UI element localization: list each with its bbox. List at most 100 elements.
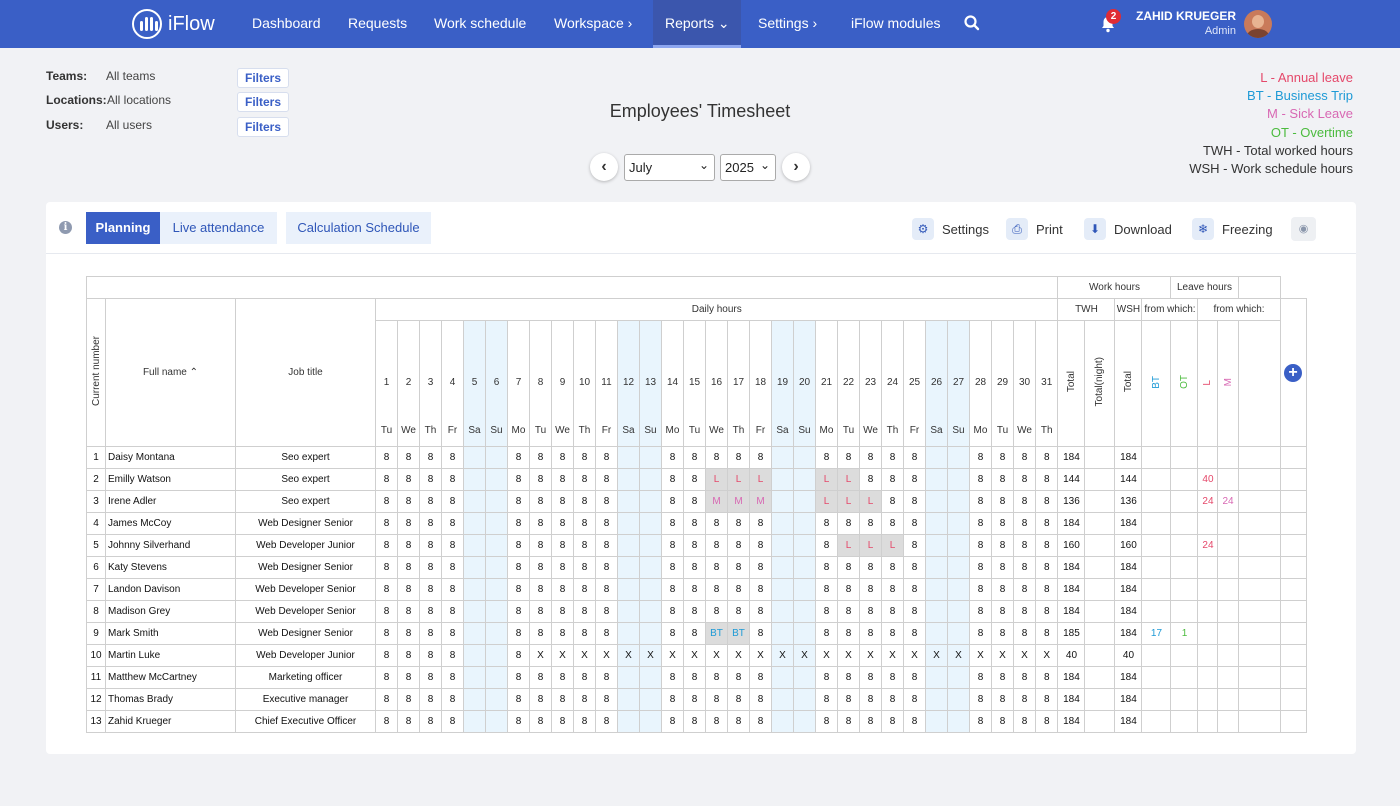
day-cell[interactable]: 8 bbox=[903, 512, 926, 535]
day-cell[interactable]: 8 bbox=[595, 666, 618, 689]
day-cell[interactable]: L bbox=[749, 468, 772, 491]
locations-filter-button[interactable]: Filters bbox=[237, 92, 289, 112]
day-cell[interactable]: 8 bbox=[991, 512, 1014, 535]
day-cell[interactable]: 8 bbox=[507, 468, 530, 491]
day-cell[interactable]: 8 bbox=[551, 490, 574, 513]
day-cell[interactable]: 8 bbox=[705, 556, 728, 579]
day-cell[interactable]: 8 bbox=[705, 600, 728, 623]
day-cell[interactable] bbox=[793, 710, 816, 733]
day-cell[interactable]: 8 bbox=[815, 688, 838, 711]
day-cell[interactable]: 8 bbox=[815, 666, 838, 689]
day-cell[interactable]: 8 bbox=[683, 578, 706, 601]
day-cell[interactable]: 8 bbox=[859, 578, 882, 601]
day-cell[interactable]: 8 bbox=[1013, 688, 1036, 711]
day-cell[interactable] bbox=[463, 578, 486, 601]
day-cell[interactable]: 8 bbox=[661, 622, 684, 645]
day-cell[interactable]: 8 bbox=[749, 556, 772, 579]
day-cell[interactable] bbox=[925, 534, 948, 557]
day-cell[interactable]: 8 bbox=[815, 710, 838, 733]
day-cell[interactable]: 8 bbox=[969, 534, 992, 557]
day-cell[interactable]: 8 bbox=[419, 446, 442, 469]
day-cell[interactable]: 8 bbox=[661, 468, 684, 491]
day-cell[interactable]: 8 bbox=[1034, 688, 1059, 711]
day-cell[interactable]: 8 bbox=[683, 490, 706, 513]
day-cell[interactable]: 8 bbox=[441, 512, 464, 535]
employee-name[interactable]: Daisy Montana bbox=[105, 446, 236, 469]
day-cell[interactable]: 8 bbox=[375, 688, 398, 711]
day-cell[interactable]: 8 bbox=[683, 556, 706, 579]
search-icon[interactable] bbox=[963, 14, 981, 32]
day-cell[interactable]: 8 bbox=[419, 622, 442, 645]
day-cell[interactable] bbox=[925, 512, 948, 535]
month-select[interactable]: July ⌄ bbox=[624, 154, 715, 181]
day-cell[interactable]: 8 bbox=[991, 600, 1014, 623]
employee-name[interactable]: Martin Luke bbox=[105, 644, 236, 667]
day-cell[interactable]: 8 bbox=[419, 468, 442, 491]
day-cell[interactable] bbox=[947, 446, 970, 469]
day-cell[interactable]: 8 bbox=[397, 578, 420, 601]
day-cell[interactable]: 8 bbox=[595, 688, 618, 711]
nav-requests[interactable]: Requests bbox=[348, 0, 407, 48]
day-cell[interactable] bbox=[617, 666, 640, 689]
day-cell[interactable] bbox=[925, 688, 948, 711]
day-cell[interactable]: 8 bbox=[727, 534, 750, 557]
day-cell[interactable]: 8 bbox=[397, 644, 420, 667]
day-cell[interactable]: 8 bbox=[705, 666, 728, 689]
day-cell[interactable]: 8 bbox=[441, 622, 464, 645]
day-cell[interactable]: 8 bbox=[595, 710, 618, 733]
day-cell[interactable]: 8 bbox=[573, 666, 596, 689]
day-cell[interactable] bbox=[485, 512, 508, 535]
day-cell[interactable] bbox=[947, 490, 970, 513]
day-cell[interactable]: L bbox=[837, 468, 860, 491]
employee-name[interactable]: Thomas Brady bbox=[105, 688, 236, 711]
day-cell[interactable]: L bbox=[837, 534, 860, 557]
day-cell[interactable]: 8 bbox=[397, 512, 420, 535]
day-cell[interactable]: X bbox=[991, 644, 1014, 667]
day-cell[interactable]: 8 bbox=[419, 600, 442, 623]
day-cell[interactable] bbox=[925, 578, 948, 601]
day-cell[interactable]: 8 bbox=[375, 710, 398, 733]
day-cell[interactable] bbox=[463, 468, 486, 491]
day-cell[interactable]: 8 bbox=[903, 468, 926, 491]
day-cell[interactable]: 8 bbox=[529, 688, 552, 711]
day-cell[interactable]: 8 bbox=[397, 490, 420, 513]
day-cell[interactable] bbox=[947, 666, 970, 689]
day-cell[interactable]: 8 bbox=[507, 688, 530, 711]
day-cell[interactable]: 8 bbox=[529, 490, 552, 513]
day-cell[interactable] bbox=[639, 468, 662, 491]
day-cell[interactable] bbox=[771, 512, 794, 535]
day-cell[interactable] bbox=[485, 468, 508, 491]
day-cell[interactable] bbox=[947, 512, 970, 535]
download-button[interactable]: ⬇ Download bbox=[1084, 217, 1172, 241]
day-cell[interactable]: 8 bbox=[815, 512, 838, 535]
day-cell[interactable]: 8 bbox=[969, 468, 992, 491]
day-cell[interactable]: 8 bbox=[859, 468, 882, 491]
day-cell[interactable]: 8 bbox=[419, 688, 442, 711]
day-cell[interactable]: 8 bbox=[903, 688, 926, 711]
day-cell[interactable] bbox=[463, 710, 486, 733]
day-cell[interactable]: X bbox=[881, 644, 904, 667]
day-cell[interactable]: 8 bbox=[903, 622, 926, 645]
day-cell[interactable]: 8 bbox=[727, 556, 750, 579]
day-cell[interactable] bbox=[771, 490, 794, 513]
day-cell[interactable]: 8 bbox=[375, 556, 398, 579]
day-cell[interactable]: 8 bbox=[903, 666, 926, 689]
day-cell[interactable]: 8 bbox=[683, 512, 706, 535]
day-cell[interactable]: 8 bbox=[375, 600, 398, 623]
day-cell[interactable]: 8 bbox=[727, 688, 750, 711]
day-cell[interactable]: 8 bbox=[595, 468, 618, 491]
day-cell[interactable]: 8 bbox=[991, 490, 1014, 513]
day-cell[interactable]: 8 bbox=[441, 490, 464, 513]
add-column-button[interactable]: + bbox=[1279, 298, 1307, 447]
day-cell[interactable]: 8 bbox=[1034, 512, 1059, 535]
day-cell[interactable]: 8 bbox=[683, 600, 706, 623]
prev-month-button[interactable]: ‹ bbox=[590, 153, 618, 181]
day-cell[interactable]: 8 bbox=[1034, 490, 1059, 513]
day-cell[interactable] bbox=[925, 556, 948, 579]
day-cell[interactable]: M bbox=[727, 490, 750, 513]
day-cell[interactable]: 8 bbox=[551, 446, 574, 469]
day-cell[interactable]: 8 bbox=[529, 710, 552, 733]
day-cell[interactable]: 8 bbox=[749, 622, 772, 645]
day-cell[interactable]: 8 bbox=[881, 468, 904, 491]
day-cell[interactable] bbox=[485, 600, 508, 623]
